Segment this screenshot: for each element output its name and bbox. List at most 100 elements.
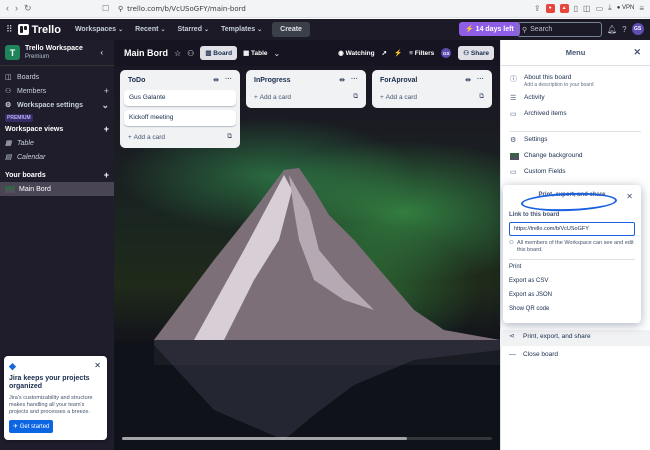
search-input[interactable]: ⚲ Search <box>517 22 602 37</box>
sidebar-board-label: Main Bord <box>19 185 51 193</box>
watching-button[interactable]: ◉ Watching <box>338 49 375 57</box>
chevron-down-icon[interactable]: ⌄ <box>274 49 281 58</box>
trello-logo[interactable]: Trello <box>17 24 61 36</box>
reload-icon[interactable]: ↻ <box>24 3 32 14</box>
menu-about-board[interactable]: ⓘ About this board Add a description to … <box>501 74 650 90</box>
sidebar-view-label: Table <box>17 139 34 147</box>
list-title[interactable]: ForAproval <box>380 77 417 84</box>
card-template-icon[interactable]: ⧉ <box>227 133 232 141</box>
list-header[interactable]: ToDo ⇹ ··· <box>124 74 236 86</box>
notifications-icon[interactable]: 🔔︎ <box>607 25 617 34</box>
share-button[interactable]: ⚇ Share <box>458 46 494 60</box>
visibility-icon[interactable]: ⚇ <box>187 49 194 58</box>
scrollbar-thumb[interactable] <box>122 437 407 440</box>
export-json-option[interactable]: Export as JSON <box>509 288 635 302</box>
card[interactable]: Kickoff meeting <box>124 110 236 126</box>
sidebar-view-calendar[interactable]: ▤ Calendar <box>0 150 114 164</box>
shield-icon[interactable]: ● <box>545 3 555 13</box>
sidebar-view-table[interactable]: ▦ Table <box>0 136 114 150</box>
chevron-down-icon: ⌄ <box>101 99 109 110</box>
card-template-icon[interactable]: ⧉ <box>479 93 484 101</box>
more-icon[interactable]: ··· <box>225 76 232 84</box>
help-icon[interactable]: ? <box>622 25 626 34</box>
close-icon[interactable]: ✕ <box>633 47 641 58</box>
collapse-list-icon[interactable]: ⇹ <box>339 76 345 84</box>
menu-templates[interactable]: Templates ⌄ <box>221 26 262 33</box>
wallet-icon[interactable]: ▭ <box>596 4 604 13</box>
back-icon[interactable]: ‹ <box>6 3 9 14</box>
menu-close-board-label: Close board <box>523 351 559 358</box>
list-title[interactable]: InProgress <box>254 77 291 84</box>
close-icon[interactable]: ✕ <box>94 361 101 370</box>
view-table-button[interactable]: ▦ Table <box>243 49 267 57</box>
card[interactable]: Gus Galante <box>124 90 236 106</box>
list-header[interactable]: ForAproval ⇹ ··· <box>376 74 488 86</box>
menu-templates-label: Templates <box>221 26 256 33</box>
site-settings-icon[interactable]: ⚲ <box>118 5 123 13</box>
print-option[interactable]: Print <box>509 260 635 274</box>
board-canvas: Main Bord ☆ ⚇ ▥ Board ▦ Table ⌄ ◉ Watchi… <box>114 40 500 450</box>
show-qr-code-option[interactable]: Show QR code <box>509 302 635 316</box>
list-header[interactable]: InProgress ⇹ ··· <box>250 74 362 86</box>
add-card-button[interactable]: + Add a card ⧉ <box>376 90 488 104</box>
vpn-button[interactable]: ● VPN <box>617 5 635 11</box>
browser-menu-icon[interactable]: ≡ <box>639 4 644 13</box>
menu-starred[interactable]: Starred ⌄ <box>177 26 209 33</box>
close-icon[interactable]: ✕ <box>626 192 633 201</box>
collapse-sidebar-icon[interactable]: ‹ <box>100 48 103 57</box>
alert-icon[interactable]: ▲ <box>559 3 569 13</box>
filters-button[interactable]: ≡ Filters <box>409 50 434 57</box>
add-board-icon[interactable]: + <box>104 170 109 180</box>
export-csv-option[interactable]: Export as CSV <box>509 274 635 288</box>
sidebar-item-workspace-settings[interactable]: ⚙ Workspace settings ⌄ <box>0 98 114 112</box>
header-icons: 🔔︎ ? GS <box>607 23 644 35</box>
sidebar-item-boards[interactable]: ◫ Boards <box>0 70 114 84</box>
collapse-list-icon[interactable]: ⇹ <box>465 76 471 84</box>
add-view-icon[interactable]: + <box>104 124 109 134</box>
collapse-list-icon[interactable]: ⇹ <box>213 76 219 84</box>
create-button[interactable]: Create <box>272 22 310 37</box>
view-board-button[interactable]: ▥ Board <box>200 46 238 60</box>
menu-custom-fields[interactable]: ▭ Custom Fields <box>501 168 650 184</box>
list-title[interactable]: ToDo <box>128 77 145 84</box>
member-avatar[interactable]: GS <box>441 48 452 58</box>
automation-icon[interactable]: ⚡ <box>394 49 402 57</box>
menu-close-board[interactable]: — Close board <box>500 348 650 364</box>
view-board-label: Board <box>213 50 233 57</box>
menu-activity[interactable]: ☰ Activity <box>501 94 650 110</box>
tabs-icon[interactable]: ◫ <box>583 4 591 13</box>
rocket-icon[interactable]: ➚ <box>382 49 387 57</box>
menu-recent[interactable]: Recent ⌄ <box>135 26 165 33</box>
get-started-button[interactable]: ✈ Get started <box>9 420 54 433</box>
card-template-icon[interactable]: ⧉ <box>353 93 358 101</box>
menu-settings[interactable]: ⚙ Settings <box>501 136 650 152</box>
sidebar-board-main-bord[interactable]: Main Bord <box>0 182 114 196</box>
more-icon[interactable]: ··· <box>351 76 358 84</box>
menu-archived-items[interactable]: ▭ Archived items <box>501 110 650 126</box>
forward-icon[interactable]: › <box>15 3 18 14</box>
sidebar-item-members[interactable]: ⚇ Members + <box>0 84 114 98</box>
app-switcher-icon[interactable]: ⠿ <box>6 24 13 35</box>
trial-button[interactable]: ⚡ 14 days left <box>459 22 520 36</box>
more-icon[interactable]: ··· <box>477 76 484 84</box>
add-member-icon[interactable]: + <box>104 86 109 96</box>
menu-change-background[interactable]: Change background <box>501 152 650 168</box>
board-link-input[interactable]: https://trello.com/b/VcUSoGFY <box>509 222 635 236</box>
chevron-down-icon: ⌄ <box>203 27 210 33</box>
menu-print-export-share[interactable]: ⋖ Print, export, and share <box>500 330 650 346</box>
avatar[interactable]: GS <box>631 23 644 35</box>
share-page-icon[interactable]: ⇪ <box>534 4 541 13</box>
download-icon[interactable]: ⤓ <box>608 3 612 13</box>
gear-icon: ⚙ <box>5 102 12 109</box>
board-horizontal-scrollbar[interactable] <box>118 436 496 441</box>
url-text[interactable]: trello.com/b/VcUSoGFY/main-bord <box>127 5 246 13</box>
menu-workspaces[interactable]: Workspaces ⌄ <box>75 26 123 33</box>
bookmark-icon[interactable]: ☐ <box>102 4 109 13</box>
address-bar[interactable]: ⚲ trello.com/b/VcUSoGFY/main-bord <box>118 3 246 15</box>
star-icon[interactable]: ☆ <box>174 49 181 58</box>
add-card-button[interactable]: + Add a card ⧉ <box>250 90 362 104</box>
board-title[interactable]: Main Bord <box>124 48 168 58</box>
add-card-button[interactable]: + Add a card ⧉ <box>124 130 236 144</box>
sidebar-toggle-icon[interactable]: ▯ <box>574 4 578 13</box>
chevron-down-icon: ⌄ <box>257 27 263 33</box>
